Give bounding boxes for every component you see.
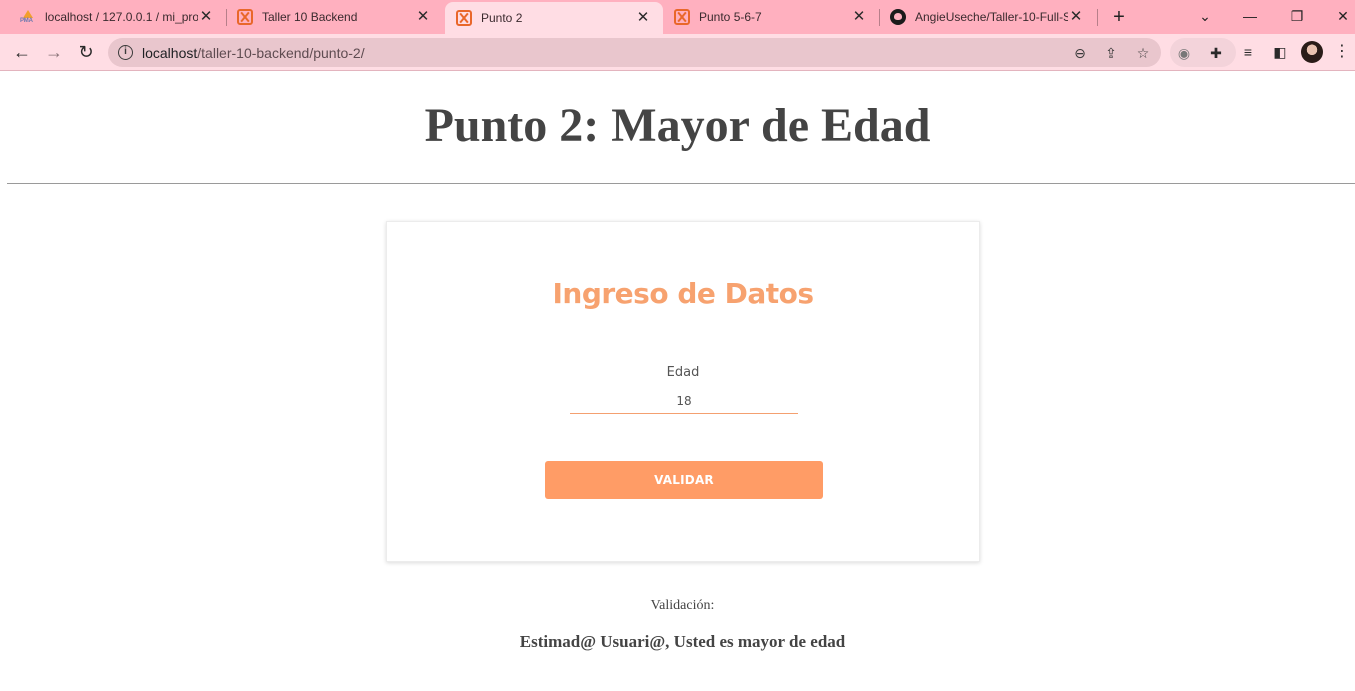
tab-label: Punto 5-6-7 bbox=[699, 10, 762, 24]
validation-label: Validación: bbox=[650, 598, 715, 613]
tab-github-repo[interactable]: AngieUseche/Taller-10-Full-S ✕ bbox=[880, 0, 1096, 34]
menu-kebab-icon[interactable]: ⋮ bbox=[1332, 40, 1352, 64]
share-icon[interactable]: ⇪ bbox=[1101, 43, 1121, 63]
browser-toolbar: ← → ↻ i localhost/taller-10-backend/punt… bbox=[0, 34, 1355, 71]
close-icon[interactable]: ✕ bbox=[851, 9, 867, 25]
validation-message: Estimad@ Usuari@, Usted es mayor de edad bbox=[519, 632, 846, 651]
bookmark-star-icon[interactable]: ☆ bbox=[1133, 43, 1153, 63]
validate-button[interactable]: VALIDAR bbox=[545, 461, 823, 499]
browser-tab-strip: PMA localhost / 127.0.0.1 / mi_pro ✕ Tal… bbox=[0, 0, 1355, 34]
close-icon[interactable]: ✕ bbox=[415, 9, 431, 25]
data-entry-form: Ingreso de Datos Edad VALIDAR bbox=[386, 221, 980, 562]
age-input[interactable] bbox=[570, 388, 798, 414]
reload-icon[interactable]: ↻ bbox=[74, 40, 98, 64]
tab-label: Punto 2 bbox=[481, 11, 523, 25]
github-icon bbox=[890, 9, 906, 25]
close-icon[interactable]: ✕ bbox=[198, 9, 214, 25]
close-icon[interactable]: ✕ bbox=[635, 10, 651, 26]
reading-list-icon[interactable]: ≡ bbox=[1236, 40, 1260, 64]
age-field-label: Edad bbox=[666, 365, 700, 380]
phpmyadmin-icon: PMA bbox=[20, 9, 36, 25]
window-close-icon[interactable]: ✕ bbox=[1333, 5, 1353, 27]
tab-label: localhost / 127.0.0.1 / mi_pro bbox=[45, 10, 198, 24]
tab-punto-2[interactable]: Punto 2 ✕ bbox=[445, 2, 663, 34]
xampp-icon bbox=[237, 9, 253, 25]
site-info-icon[interactable]: i bbox=[118, 45, 133, 60]
camera-icon[interactable]: ◉ bbox=[1174, 43, 1194, 63]
page-title: Punto 2: Mayor de Edad bbox=[424, 99, 931, 152]
tab-punto-5-6-7[interactable]: Punto 5-6-7 ✕ bbox=[663, 0, 879, 34]
tab-label: AngieUseche/Taller-10-Full-S bbox=[915, 10, 1068, 24]
form-title: Ingreso de Datos bbox=[552, 277, 814, 310]
url-text[interactable]: localhost/taller-10-backend/punto-2/ bbox=[142, 45, 365, 61]
minimize-icon[interactable]: — bbox=[1239, 5, 1261, 27]
back-icon[interactable]: ← bbox=[10, 40, 34, 64]
restore-icon[interactable]: ❐ bbox=[1286, 5, 1308, 27]
address-bar[interactable]: i localhost/taller-10-backend/punto-2/ ⊖… bbox=[108, 38, 1161, 67]
extensions-group: ◉ ✚ bbox=[1170, 38, 1236, 67]
close-icon[interactable]: ✕ bbox=[1068, 9, 1084, 25]
tab-separator bbox=[1097, 9, 1098, 26]
tab-phpmyadmin[interactable]: PMA localhost / 127.0.0.1 / mi_pro ✕ bbox=[0, 0, 226, 34]
tab-taller-10-backend[interactable]: Taller 10 Backend ✕ bbox=[227, 0, 443, 34]
tab-label: Taller 10 Backend bbox=[262, 10, 358, 24]
profile-avatar[interactable] bbox=[1301, 41, 1323, 63]
xampp-icon bbox=[674, 9, 690, 25]
new-tab-button[interactable]: + bbox=[1108, 6, 1130, 28]
tab-search-icon[interactable]: ⌄ bbox=[1194, 5, 1216, 27]
zoom-icon[interactable]: ⊖ bbox=[1070, 43, 1090, 63]
forward-icon[interactable]: → bbox=[42, 40, 66, 64]
xampp-icon bbox=[456, 10, 472, 26]
horizontal-rule bbox=[7, 183, 1355, 184]
extensions-puzzle-icon[interactable]: ✚ bbox=[1206, 43, 1226, 63]
side-panel-icon[interactable]: ◧ bbox=[1268, 40, 1292, 64]
